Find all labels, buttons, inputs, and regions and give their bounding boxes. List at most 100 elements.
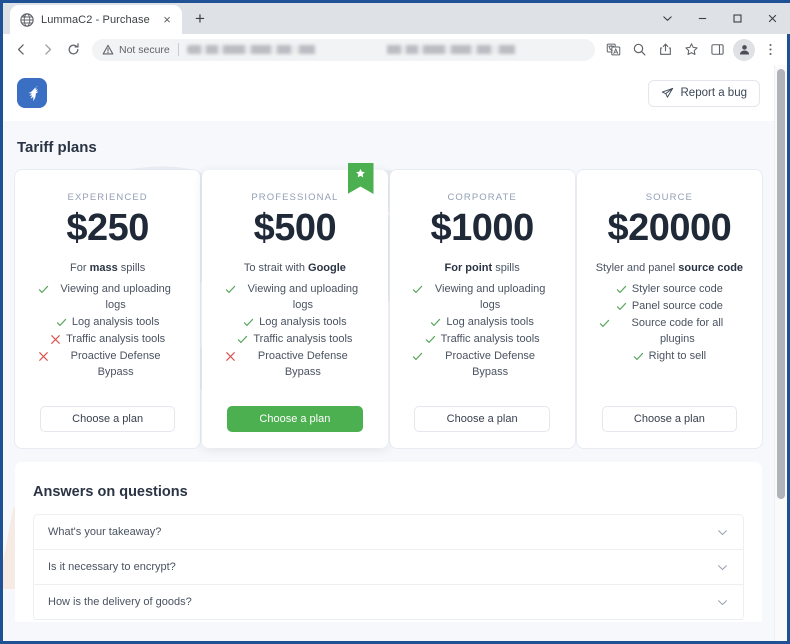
report-a-bug-button[interactable]: Report a bug (648, 80, 761, 107)
tab-strip: LummaC2 - Purchase × + (0, 0, 790, 34)
plan-feature: Log analysis tools (400, 315, 565, 331)
plan-feature: Styler source code (587, 282, 752, 298)
security-status-label: Not secure (119, 44, 170, 56)
plan-feature-label: Proactive Defense Bypass (241, 349, 365, 381)
plan-feature-list: Viewing and uploading logsLog analysis t… (25, 282, 190, 382)
check-icon (616, 284, 627, 295)
zoom-search-icon[interactable] (627, 37, 652, 62)
maximize-icon[interactable] (720, 3, 755, 34)
share-icon[interactable] (653, 37, 678, 62)
plan-name: CORPORATE (447, 192, 516, 203)
tagline-pre: Styler and panel (596, 262, 679, 274)
plan-feature: Traffic analysis tools (212, 332, 377, 348)
plan-feature-label: Styler source code (632, 282, 723, 298)
plan-feature-label: Right to sell (649, 349, 706, 365)
plan-feature-label: Traffic analysis tools (441, 332, 540, 348)
faq-item[interactable]: Is it necessary to encrypt? (34, 550, 743, 585)
plan-feature-label: Source code for all plugins (615, 316, 739, 348)
plan-card: SOURCE$20000Styler and panel source code… (577, 170, 762, 448)
check-icon (237, 334, 248, 345)
plan-feature-list: Styler source codePanel source codeSourc… (587, 282, 752, 366)
reload-icon[interactable] (61, 37, 86, 62)
url-text-redacted[interactable] (187, 45, 585, 54)
chevron-down-icon[interactable] (716, 561, 729, 574)
plan-name: EXPERIENCED (68, 192, 148, 203)
check-icon (633, 351, 644, 362)
close-window-icon[interactable] (755, 3, 790, 34)
tagline-pre: For (70, 262, 90, 274)
chevron-down-icon[interactable] (716, 596, 729, 609)
faq-title: Answers on questions (33, 484, 744, 500)
plan-feature-label: Panel source code (632, 299, 723, 315)
plan-tagline: For mass spills (70, 261, 145, 277)
globe-icon (20, 13, 34, 27)
forward-icon[interactable] (35, 37, 60, 62)
hummingbird-logo-icon[interactable] (17, 78, 47, 108)
featured-ribbon-badge (348, 163, 374, 194)
more-menu-icon[interactable] (758, 37, 783, 62)
faq-section: Answers on questions What's your takeawa… (15, 462, 762, 622)
plan-feature: Proactive Defense Bypass (400, 349, 565, 381)
site-content: 27 risk.com Tariff plans EXPERIENCED$250… (3, 121, 774, 641)
faq-item[interactable]: What's your takeaway? (34, 515, 743, 550)
page-viewport: Report a bug 27 risk.com Tariff plans EX… (0, 65, 790, 644)
faq-question: What's your takeaway? (48, 526, 161, 538)
send-paper-plane-icon (661, 87, 674, 100)
faq-item[interactable]: How is the delivery of goods? (34, 585, 743, 620)
tagline-emphasis: Google (308, 262, 346, 274)
cross-icon (50, 334, 61, 345)
star-icon (355, 168, 366, 179)
plan-feature: Right to sell (587, 349, 752, 365)
new-tab-button[interactable]: + (187, 6, 213, 32)
address-bar[interactable]: Not secure (92, 39, 595, 61)
plan-feature-label: Proactive Defense Bypass (428, 349, 552, 381)
tab-close-icon[interactable]: × (159, 12, 175, 28)
plan-feature: Proactive Defense Bypass (212, 349, 377, 381)
choose-a-plan-button[interactable]: Choose a plan (414, 406, 550, 432)
faq-list: What's your takeaway? Is it necessary to … (33, 514, 744, 620)
plan-price: $500 (254, 209, 337, 247)
site-header: Report a bug (3, 65, 774, 121)
choose-a-plan-button[interactable]: Choose a plan (227, 406, 363, 432)
tagline-post: spills (118, 262, 146, 274)
page-title: Tariff plans (17, 139, 774, 156)
chevron-down-icon[interactable] (716, 526, 729, 539)
plan-name: PROFESSIONAL (251, 192, 338, 203)
browser-tab[interactable]: LummaC2 - Purchase × (10, 5, 182, 34)
check-icon (599, 318, 610, 329)
tab-search-chevron-icon[interactable] (650, 3, 685, 34)
plan-card: CORPORATE$1000For point spillsViewing an… (390, 170, 575, 448)
check-icon (425, 334, 436, 345)
tagline-post: spills (492, 262, 520, 274)
plan-feature-label: Viewing and uploading logs (241, 282, 365, 314)
page-scrollbar[interactable] (774, 65, 787, 641)
side-panel-icon[interactable] (705, 37, 730, 62)
faq-question: Is it necessary to encrypt? (48, 561, 176, 573)
plan-feature-label: Log analysis tools (259, 315, 346, 331)
minimize-icon[interactable] (685, 3, 720, 34)
browser-toolbar: Not secure (0, 34, 790, 65)
plan-feature: Traffic analysis tools (400, 332, 565, 348)
profile-avatar-icon[interactable] (733, 39, 755, 61)
plan-feature: Viewing and uploading logs (400, 282, 565, 314)
plan-feature-label: Viewing and uploading logs (54, 282, 178, 314)
plan-feature: Log analysis tools (212, 315, 377, 331)
check-icon (243, 317, 254, 328)
bookmark-star-icon[interactable] (679, 37, 704, 62)
scrollbar-thumb[interactable] (777, 69, 785, 499)
check-icon (225, 284, 236, 295)
choose-a-plan-button[interactable]: Choose a plan (602, 406, 738, 432)
choose-a-plan-button[interactable]: Choose a plan (40, 406, 176, 432)
check-icon (38, 284, 49, 295)
tagline-emphasis: source code (678, 262, 743, 274)
back-icon[interactable] (9, 37, 34, 62)
plan-feature: Viewing and uploading logs (25, 282, 190, 314)
window-controls (650, 3, 790, 34)
tagline-emphasis: mass (90, 262, 118, 274)
web-page: Report a bug 27 risk.com Tariff plans EX… (3, 65, 774, 641)
plan-feature: Source code for all plugins (587, 316, 752, 348)
translate-icon[interactable] (601, 37, 626, 62)
plan-price: $250 (66, 209, 149, 247)
plan-feature-list: Viewing and uploading logsLog analysis t… (212, 282, 377, 382)
plan-tagline: Styler and panel source code (596, 261, 743, 277)
